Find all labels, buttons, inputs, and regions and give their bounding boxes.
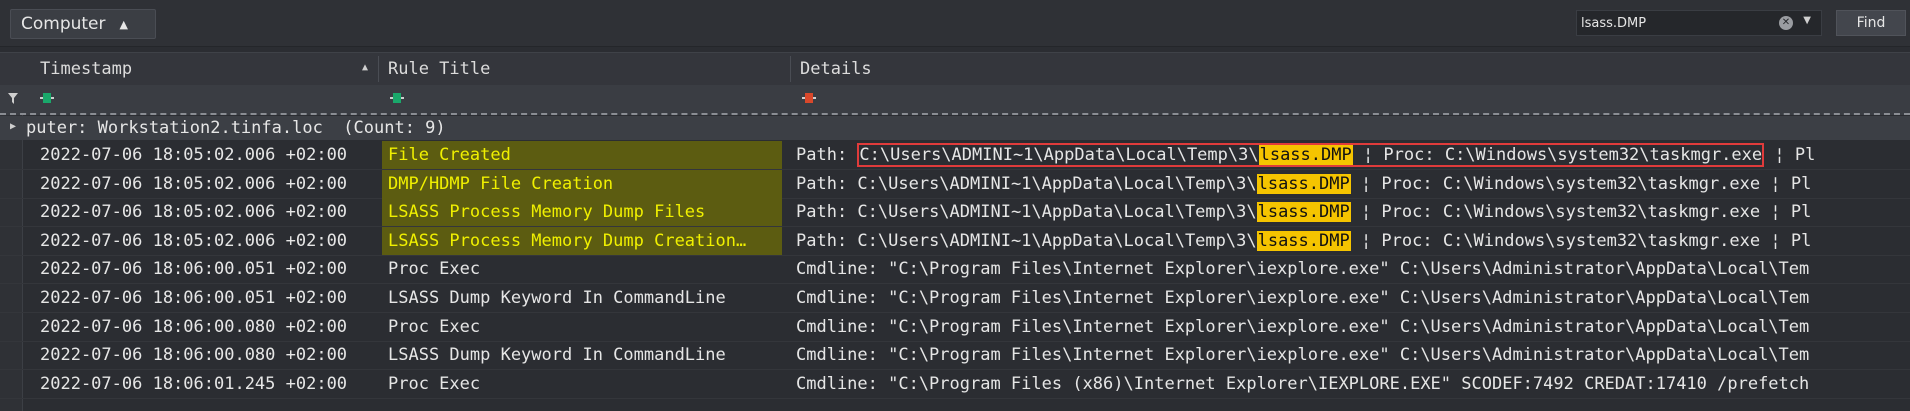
- details-prefix: Path:: [796, 173, 858, 194]
- cell-rule-title: LSASS Dump Keyword In CommandLine: [388, 345, 726, 366]
- group-row[interactable]: ▶ puter: Workstation2.tinfa.loc (Count: …: [0, 116, 1910, 140]
- filter-funnel-icon[interactable]: [8, 93, 18, 105]
- cell-timestamp: 2022-07-06 18:06:00.051 +02:00: [40, 288, 348, 308]
- cell-details: Path: C:\Users\ADMINI~1\AppData\Local\Te…: [796, 198, 1910, 226]
- expand-chevron-icon[interactable]: ▶: [10, 121, 16, 132]
- sort-ascending-icon: ▲: [362, 62, 369, 73]
- rule-title-filter-icon[interactable]: [390, 92, 404, 104]
- group-by-label: Computer: [21, 14, 106, 34]
- column-header-timestamp[interactable]: Timestamp: [40, 53, 370, 85]
- table-row[interactable]: 2022-07-06 18:05:02.006 +02:00 File Creat…: [0, 141, 1910, 170]
- search-match-highlight: lsass.DMP: [1256, 173, 1351, 194]
- cell-details: Path: C:\Users\ADMINI~1\AppData\Local\Te…: [796, 170, 1910, 198]
- search-match-highlight: lsass.DMP: [1256, 230, 1351, 251]
- cell-timestamp: 2022-07-06 18:06:00.080 +02:00: [40, 316, 348, 337]
- cell-timestamp: 2022-07-06 18:05:02.006 +02:00: [40, 173, 348, 194]
- cell-timestamp: 2022-07-06 18:06:00.080 +02:00: [40, 345, 348, 366]
- details-proc: ¦ Proc: C:\Windows\system32\taskmgr.exe: [1350, 173, 1761, 194]
- toolbar: Computer ▲ ✕ ▼ Find: [0, 0, 1910, 47]
- cell-rule-title: Proc Exec: [388, 259, 481, 280]
- cell-details: Path: C:\Users\ADMINI~1\AppData\Local\Te…: [796, 227, 1910, 255]
- cell-rule-title: Proc Exec: [388, 316, 481, 337]
- column-header-details[interactable]: Details: [800, 53, 1100, 85]
- cell-timestamp: 2022-07-06 18:05:02.006 +02:00: [40, 202, 348, 223]
- details-suffix: ¦ Pl: [1760, 202, 1812, 223]
- cell-timestamp: 2022-07-06 18:06:00.051 +02:00: [40, 259, 348, 280]
- search-box[interactable]: ✕ ▼: [1576, 10, 1822, 36]
- details-path-proc: C:\Users\ADMINI~1\AppData\Local\Temp\3\l…: [857, 173, 1761, 194]
- cell-details: Cmdline: "C:\Program Files\Internet Expl…: [796, 288, 1810, 308]
- caret-up-icon: ▲: [119, 17, 128, 31]
- details-path: C:\Users\ADMINI~1\AppData\Local\Temp\3\: [857, 202, 1257, 223]
- column-timestamp-label: Timestamp: [40, 59, 133, 79]
- details-suffix: ¦ Pl: [1760, 173, 1812, 194]
- details-path-proc: C:\Users\ADMINI~1\AppData\Local\Temp\3\l…: [857, 202, 1761, 223]
- cell-rule-title: LSASS Process Memory Dump Creation…: [382, 226, 782, 255]
- table-row[interactable]: 2022-07-06 18:05:02.006 +02:00 LSASS Proc…: [0, 198, 1910, 228]
- details-filter-icon[interactable]: [802, 92, 816, 104]
- table-row[interactable]: 2022-07-06 18:06:00.080 +02:00 Proc Exec C…: [0, 313, 1910, 342]
- cell-details: Cmdline: "C:\Program Files\Internet Expl…: [796, 316, 1810, 337]
- search-dropdown-icon[interactable]: ▼: [1803, 15, 1811, 26]
- clear-search-icon[interactable]: ✕: [1779, 16, 1793, 30]
- cell-rule-title: File Created: [382, 141, 782, 169]
- table-row[interactable]: 2022-07-06 18:06:00.051 +02:00 Proc Exec C…: [0, 255, 1910, 285]
- details-suffix: ¦ Pl: [1764, 145, 1816, 165]
- filter-row: [0, 85, 1910, 115]
- column-header-rule-title[interactable]: Rule Title: [388, 53, 788, 85]
- details-suffix: ¦ Pl: [1760, 230, 1812, 251]
- table-row[interactable]: 2022-07-06 18:06:00.080 +02:00 LSASS Dump…: [0, 341, 1910, 371]
- cell-rule-title: LSASS Process Memory Dump Files: [382, 198, 782, 227]
- find-button[interactable]: Find: [1836, 10, 1906, 36]
- search-match-highlight: lsass.DMP: [1256, 202, 1351, 223]
- cell-rule-title: DMP/HDMP File Creation: [382, 169, 782, 198]
- table-row[interactable]: 2022-07-06 18:05:02.006 +02:00 DMP/HDMP F…: [0, 169, 1910, 199]
- details-proc: ¦ Proc: C:\Windows\system32\taskmgr.exe: [1350, 202, 1761, 223]
- cell-details: Cmdline: "C:\Program Files (x86)\Interne…: [796, 373, 1810, 394]
- timestamp-filter-icon[interactable]: [40, 92, 54, 104]
- cell-timestamp: 2022-07-06 18:05:02.006 +02:00: [40, 145, 348, 165]
- table-row[interactable]: 2022-07-06 18:06:00.051 +02:00 LSASS Dump…: [0, 284, 1910, 313]
- details-prefix: Path:: [796, 145, 858, 165]
- column-divider[interactable]: [790, 56, 791, 82]
- search-input[interactable]: [1581, 15, 1771, 31]
- column-header-row: Timestamp ▲ Rule Title Details: [0, 52, 1910, 86]
- table-row[interactable]: 2022-07-06 18:06:01.245 +02:00 Proc Exec C…: [0, 370, 1910, 399]
- details-path-proc: C:\Users\ADMINI~1\AppData\Local\Temp\3\l…: [857, 143, 1765, 167]
- details-path: C:\Users\ADMINI~1\AppData\Local\Temp\3\: [857, 173, 1257, 194]
- details-proc: ¦ Proc: C:\Windows\system32\taskmgr.exe: [1352, 145, 1763, 165]
- cell-rule-title: Proc Exec: [388, 373, 481, 394]
- cell-timestamp: 2022-07-06 18:06:01.245 +02:00: [40, 373, 348, 394]
- details-path: C:\Users\ADMINI~1\AppData\Local\Temp\3\: [857, 230, 1257, 251]
- details-path: C:\Users\ADMINI~1\AppData\Local\Temp\3\: [859, 145, 1259, 165]
- column-details-label: Details: [800, 59, 872, 79]
- group-row-label: puter: Workstation2.tinfa.loc (Count: 9): [26, 118, 446, 138]
- details-prefix: Path:: [796, 230, 858, 251]
- column-rule-title-label: Rule Title: [388, 59, 491, 79]
- cell-details: Path: C:\Users\ADMINI~1\AppData\Local\Te…: [796, 141, 1910, 169]
- table-row[interactable]: 2022-07-06 18:05:02.006 +02:00 LSASS Proc…: [0, 226, 1910, 256]
- group-by-button[interactable]: Computer ▲: [10, 9, 156, 39]
- cell-details: Cmdline: "C:\Program Files\Internet Expl…: [796, 259, 1810, 280]
- column-divider[interactable]: [378, 56, 379, 82]
- cell-rule-title: LSASS Dump Keyword In CommandLine: [388, 288, 726, 308]
- search-match-highlight: lsass.DMP: [1258, 145, 1353, 165]
- details-path-proc: C:\Users\ADMINI~1\AppData\Local\Temp\3\l…: [857, 230, 1761, 251]
- details-prefix: Path:: [796, 202, 858, 223]
- cell-timestamp: 2022-07-06 18:05:02.006 +02:00: [40, 230, 348, 251]
- cell-details: Cmdline: "C:\Program Files\Internet Expl…: [796, 345, 1810, 366]
- details-proc: ¦ Proc: C:\Windows\system32\taskmgr.exe: [1350, 230, 1761, 251]
